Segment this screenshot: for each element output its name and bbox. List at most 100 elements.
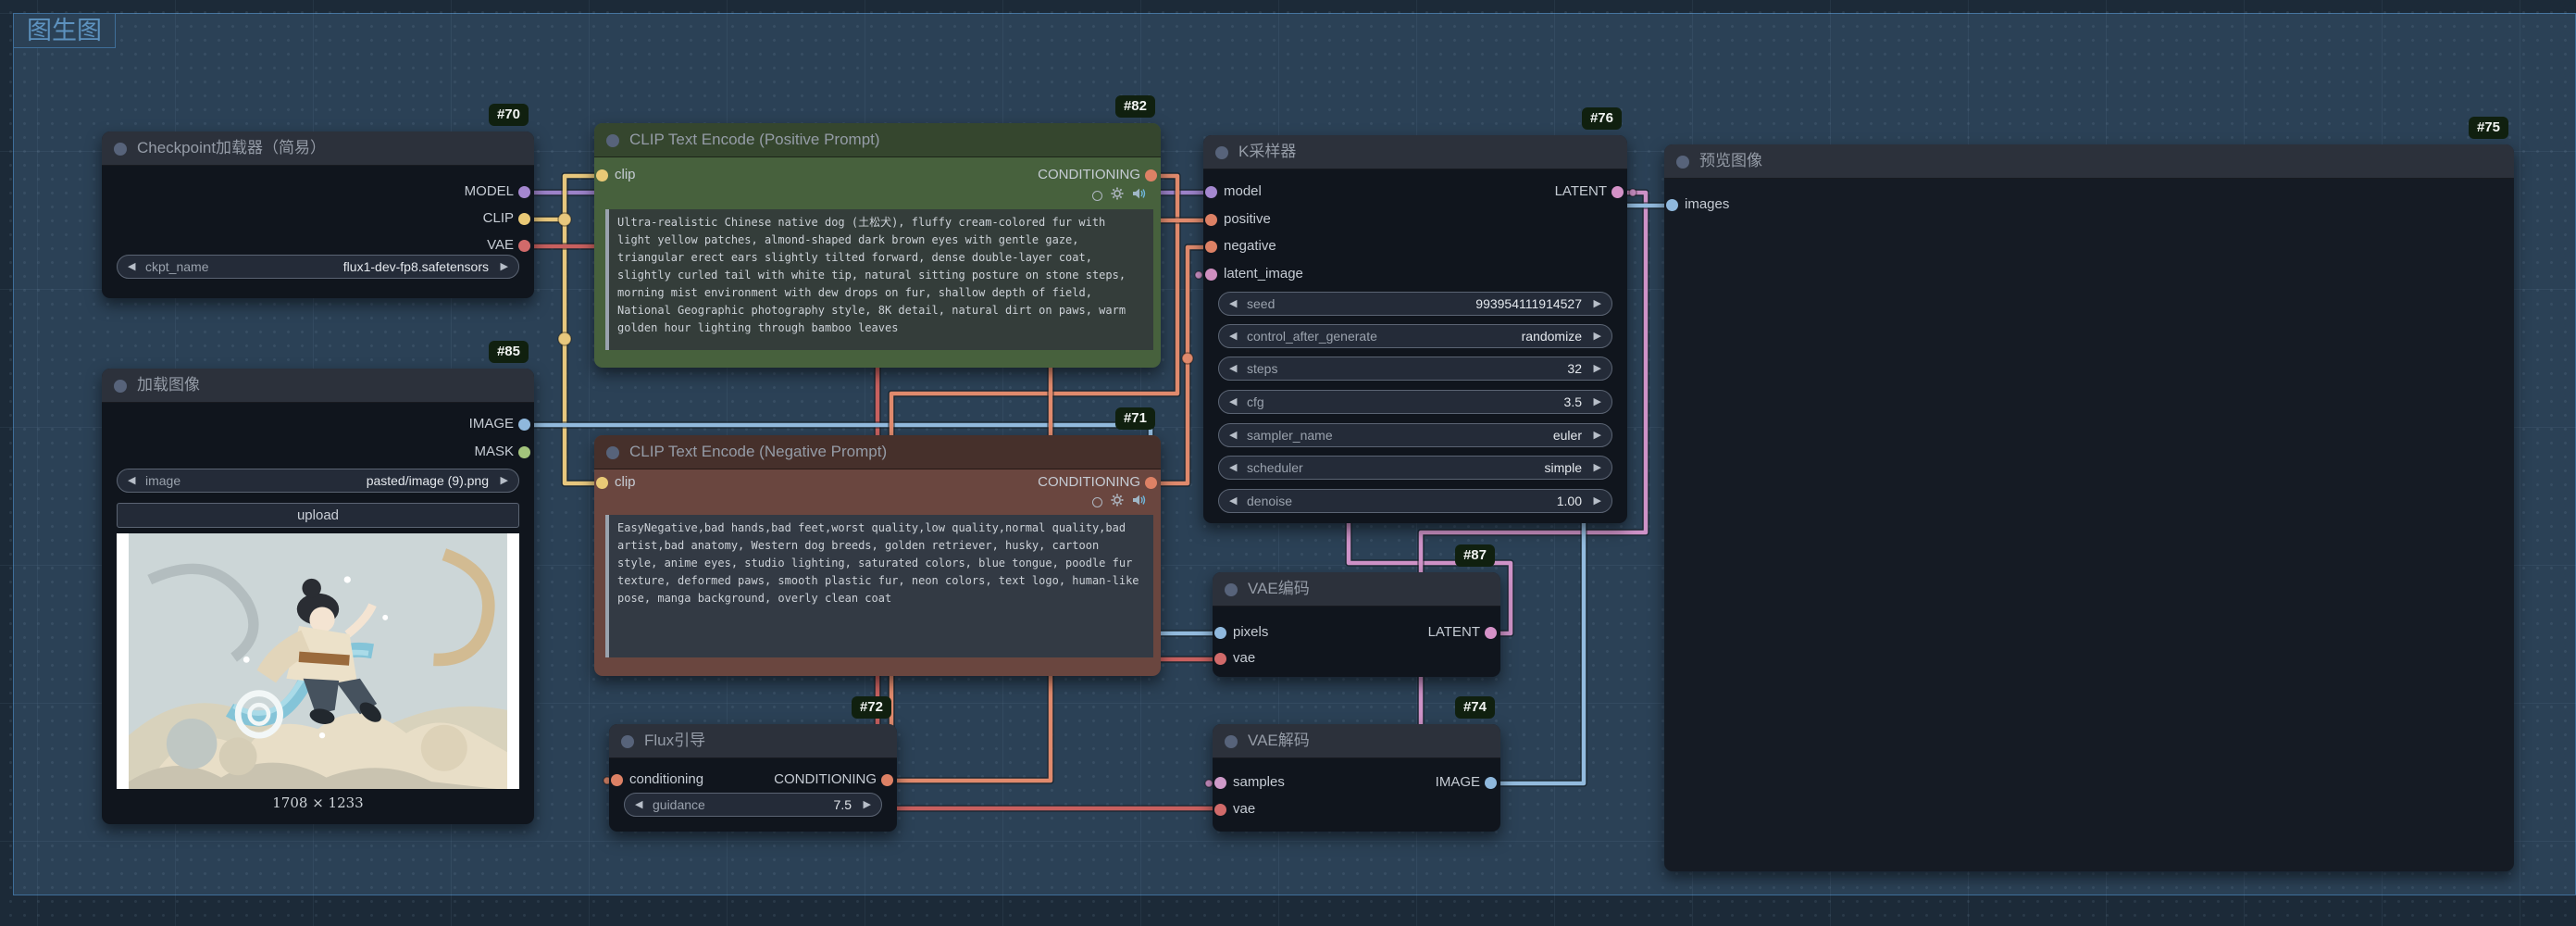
load-image-output-MASK[interactable] — [518, 446, 530, 458]
vae-encode-node[interactable]: #87VAE编码pixelsvaeLATENT — [1213, 572, 1500, 677]
clip-positive-input-clip[interactable] — [596, 169, 608, 181]
load-image-output-IMAGE[interactable] — [518, 419, 530, 431]
vae-decode-titlebar[interactable]: VAE解码 — [1213, 724, 1500, 758]
ksampler-widget-sampler_name[interactable]: ◀sampler_nameeuler▶ — [1218, 423, 1612, 447]
ksampler-widget-scheduler[interactable]: ◀schedulersimple▶ — [1218, 456, 1612, 480]
collapse-dot-icon[interactable] — [1225, 735, 1238, 748]
ksampler-input-positive[interactable] — [1205, 214, 1217, 226]
collapse-dot-icon[interactable] — [621, 735, 634, 748]
load-image-node[interactable]: #85加载图像IMAGEMASK◀imagepasted/image (9).p… — [102, 369, 534, 824]
combo-right-arrow-icon[interactable]: ▶ — [864, 794, 871, 816]
node-graph-canvas[interactable]: 图生图 #70Checkpoint加载器（简易）MODELCLIPVAE◀ckp… — [0, 0, 2576, 926]
flux-guidance-widget-guidance[interactable]: ◀ guidance 7.5 ▶ — [624, 793, 882, 817]
flux-guidance-titlebar[interactable]: Flux引导 — [609, 724, 897, 758]
combo-left-arrow-icon[interactable]: ◀ — [1229, 391, 1237, 413]
preview-image-node[interactable]: #75预览图像images — [1664, 144, 2514, 871]
checkpoint-loader-output-VAE[interactable] — [518, 240, 530, 252]
load-image-id-badge: #85 — [489, 341, 529, 363]
load-image-upload-button[interactable]: upload — [117, 503, 519, 528]
combo-right-arrow-icon[interactable]: ▶ — [1594, 357, 1601, 380]
combo-right-arrow-icon[interactable]: ▶ — [1594, 457, 1601, 479]
collapse-dot-icon[interactable] — [606, 134, 619, 147]
vae-encode-input-vae[interactable] — [1214, 653, 1226, 665]
combo-right-arrow-icon[interactable]: ▶ — [501, 469, 508, 492]
combo-right-arrow-icon[interactable]: ▶ — [1594, 490, 1601, 512]
checkpoint-loader-titlebar[interactable]: Checkpoint加载器（简易） — [102, 131, 534, 166]
gear-icon[interactable] — [1111, 187, 1124, 205]
gear-icon[interactable] — [1111, 494, 1124, 511]
wire-junction-dot — [1205, 780, 1213, 787]
clip-negative-titlebar[interactable]: CLIP Text Encode (Negative Prompt) — [594, 435, 1161, 469]
vae-decode-input-vae[interactable] — [1214, 804, 1226, 816]
vae-encode-titlebar[interactable]: VAE编码 — [1213, 572, 1500, 607]
combo-left-arrow-icon[interactable]: ◀ — [1229, 357, 1237, 380]
load-image-titlebar[interactable]: 加载图像 — [102, 369, 534, 403]
ksampler-input-model[interactable] — [1205, 186, 1217, 198]
vae-encode-input-label-pixels: pixels — [1233, 624, 1268, 640]
clip-positive-titlebar[interactable]: CLIP Text Encode (Positive Prompt) — [594, 123, 1161, 157]
load-image-image-preview[interactable] — [117, 533, 519, 789]
collapse-dot-icon[interactable] — [114, 380, 127, 393]
combo-left-arrow-icon[interactable]: ◀ — [635, 794, 642, 816]
collapse-dot-icon[interactable] — [1225, 583, 1238, 596]
combo-left-arrow-icon[interactable]: ◀ — [1229, 325, 1237, 347]
ksampler-titlebar[interactable]: K采样器 — [1203, 135, 1627, 169]
flux-guidance-node[interactable]: #72Flux引导conditioningCONDITIONING◀guidan… — [609, 724, 897, 832]
flux-guidance-output-CONDITIONING[interactable] — [881, 774, 893, 786]
speaker-icon[interactable] — [1132, 494, 1146, 511]
collapse-dot-icon[interactable] — [1215, 146, 1228, 159]
combo-left-arrow-icon[interactable]: ◀ — [1229, 424, 1237, 446]
collapse-dot-icon[interactable] — [114, 143, 127, 156]
combo-right-arrow-icon[interactable]: ▶ — [1594, 293, 1601, 315]
load-image-widget-image[interactable]: ◀imagepasted/image (9).png▶ — [117, 469, 519, 493]
checkpoint-loader-node[interactable]: #70Checkpoint加载器（简易）MODELCLIPVAE◀ckpt_na… — [102, 131, 534, 298]
combo-value: simple — [1545, 457, 1582, 479]
checkpoint-loader-widget-ckpt_name[interactable]: ◀ckpt_nameflux1-dev-fp8.safetensors▶ — [117, 255, 519, 279]
combo-right-arrow-icon[interactable]: ▶ — [501, 256, 508, 278]
clip-negative-output-CONDITIONING[interactable] — [1145, 477, 1157, 489]
clip-positive-prompt-textarea[interactable]: Ultra-realistic Chinese native dog (土松犬)… — [605, 209, 1153, 350]
clip-negative-prompt-textarea[interactable]: EasyNegative,bad hands,bad feet,worst qu… — [605, 515, 1153, 657]
collapse-dot-icon[interactable] — [606, 446, 619, 459]
checkpoint-loader-output-MODEL[interactable] — [518, 186, 530, 198]
ksampler-node[interactable]: #76K采样器modelpositivenegativelatent_image… — [1203, 135, 1627, 523]
flux-guidance-output-label-CONDITIONING: CONDITIONING — [774, 771, 877, 787]
combo-left-arrow-icon[interactable]: ◀ — [128, 256, 135, 278]
ksampler-input-negative[interactable] — [1205, 241, 1217, 253]
ksampler-input-latent_image[interactable] — [1205, 269, 1217, 281]
combo-value: 7.5 — [834, 794, 852, 816]
preview-image-titlebar[interactable]: 预览图像 — [1664, 144, 2514, 179]
collapse-dot-icon[interactable] — [1676, 156, 1689, 169]
vae-decode-node[interactable]: #74VAE解码samplesvaeIMAGE — [1213, 724, 1500, 832]
ksampler-widget-control_after_generate[interactable]: ◀control_after_generaterandomize▶ — [1218, 324, 1612, 348]
combo-right-arrow-icon[interactable]: ▶ — [1594, 391, 1601, 413]
combo-right-arrow-icon[interactable]: ▶ — [1594, 424, 1601, 446]
ksampler-widget-cfg[interactable]: ◀cfg3.5▶ — [1218, 390, 1612, 414]
vae-decode-output-IMAGE[interactable] — [1485, 777, 1497, 789]
combo-right-arrow-icon[interactable]: ▶ — [1594, 325, 1601, 347]
vae-encode-output-LATENT[interactable] — [1485, 627, 1497, 639]
checkpoint-loader-output-CLIP[interactable] — [518, 213, 530, 225]
combo-left-arrow-icon[interactable]: ◀ — [128, 469, 135, 492]
ksampler-widget-denoise[interactable]: ◀denoise1.00▶ — [1218, 489, 1612, 513]
clip-negative-input-clip[interactable] — [596, 477, 608, 489]
circle-icon[interactable] — [1092, 497, 1102, 507]
circle-icon[interactable] — [1092, 191, 1102, 201]
combo-left-arrow-icon[interactable]: ◀ — [1229, 457, 1237, 479]
preview-image-input-images[interactable] — [1666, 199, 1678, 211]
speaker-icon[interactable] — [1132, 187, 1146, 205]
checkpoint-loader-output-label-MODEL: MODEL — [465, 183, 514, 199]
combo-value: randomize — [1522, 325, 1582, 347]
vae-encode-input-pixels[interactable] — [1214, 627, 1226, 639]
combo-left-arrow-icon[interactable]: ◀ — [1229, 490, 1237, 512]
combo-label: guidance — [653, 794, 705, 816]
ksampler-widget-steps[interactable]: ◀steps32▶ — [1218, 357, 1612, 381]
clip-positive-output-CONDITIONING[interactable] — [1145, 169, 1157, 181]
ksampler-output-LATENT[interactable] — [1612, 186, 1624, 198]
ksampler-widget-seed[interactable]: ◀seed993954111914527▶ — [1218, 292, 1612, 316]
combo-left-arrow-icon[interactable]: ◀ — [1229, 293, 1237, 315]
flux-guidance-input-conditioning[interactable] — [611, 774, 623, 786]
clip-positive-node[interactable]: #82CLIP Text Encode (Positive Prompt)cli… — [594, 123, 1161, 368]
clip-negative-node[interactable]: #71CLIP Text Encode (Negative Prompt)cli… — [594, 435, 1161, 676]
vae-decode-input-samples[interactable] — [1214, 777, 1226, 789]
